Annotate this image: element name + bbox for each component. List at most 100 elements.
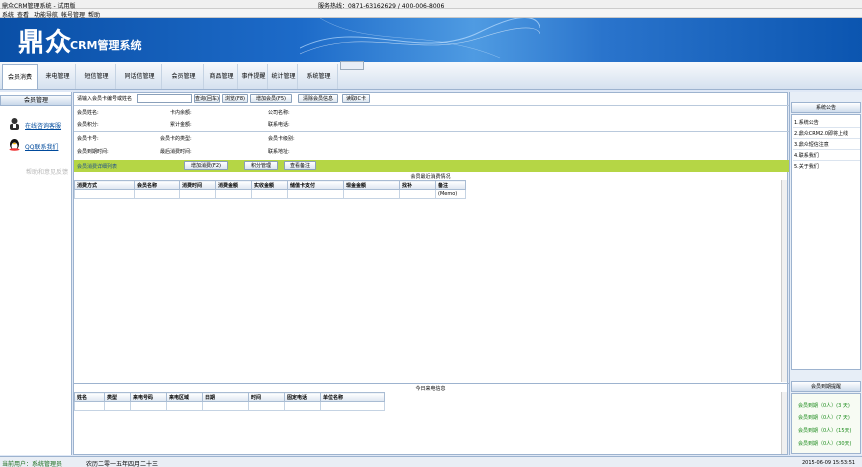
col-header[interactable]: 找补 [399, 180, 436, 190]
member-mgmt-label: 会员管理 [23, 97, 48, 104]
col-header[interactable]: 消费金额 [215, 180, 252, 190]
table-cell[interactable] [320, 401, 385, 411]
col-header[interactable]: 实收金额 [251, 180, 288, 190]
col-header[interactable]: 时间 [248, 392, 285, 402]
clear-member-button[interactable]: 清除会员信息 [298, 94, 338, 103]
company-name-label: 公司名称: [268, 110, 290, 116]
address-label: 联系地址: [268, 149, 290, 155]
read-ic-card-button[interactable]: 读取IC卡 [342, 94, 370, 103]
online-service-link[interactable]: 在线咨询客服 [25, 121, 61, 130]
col-header[interactable]: 类型 [104, 392, 131, 402]
tab-same-msg-mgmt[interactable]: 同话信管理 [118, 64, 162, 89]
notice-list: 1.系统公告 2.鼎众CRM2.0即将上线 3.鼎众短信注意 4.联系我们 5.… [791, 114, 861, 370]
col-header[interactable]: 姓名 [74, 392, 105, 402]
col-header[interactable]: 固定电话 [284, 392, 321, 402]
table-cell[interactable] [74, 401, 105, 411]
add-member-button[interactable]: 增加会员(F5) [250, 94, 292, 103]
notice-item[interactable]: 5.关于我们 [794, 163, 819, 170]
table-cell[interactable] [202, 401, 249, 411]
expiry-item[interactable]: 会员到期（0人）(7 天) [798, 414, 850, 421]
col-header[interactable]: 消费方式 [74, 180, 135, 190]
table-cell[interactable] [399, 189, 436, 199]
card-level-label: 会员卡级别: [268, 136, 295, 142]
table-row[interactable] [74, 401, 385, 411]
view-note-button[interactable]: 查看备注 [284, 161, 316, 170]
calls-grid-title: 今日来电信息 [415, 386, 446, 392]
expiry-list: 会员到期（0人）(3 天) 会员到期（0人）(7 天) 会员到期（0人）(15天… [791, 393, 861, 454]
query-button[interactable]: 查询(回车) [194, 94, 220, 103]
notice-item[interactable]: 1.系统公告 [794, 119, 819, 126]
expiry-header: 会员到期提醒 [791, 381, 861, 392]
title-bar: 鼎众CRM管理系统 - 试用版 服务热线：0871-63162629 / 400… [0, 0, 862, 10]
member-search-input[interactable] [137, 94, 192, 103]
consume-scrollbar[interactable] [781, 180, 787, 382]
tab-system-mgmt[interactable]: 系统管理 [300, 64, 338, 89]
tab-call-mgmt[interactable]: 来电管理 [40, 64, 76, 89]
table-cell[interactable] [179, 189, 216, 199]
phone-label: 联系电话: [268, 122, 290, 128]
logo-english: CRM管理系统 [70, 39, 142, 52]
calls-scrollbar[interactable] [781, 392, 787, 454]
version-badge [340, 61, 364, 70]
consume-header-row: 消费方式 会员名称 消费时间 消费金额 实收金额 储值卡支付 现金金额 找补 备… [74, 180, 466, 190]
service-person-icon [10, 118, 19, 130]
expiry-item[interactable]: 会员到期（0人）(30天) [798, 440, 851, 447]
current-datetime: 2015-06-09 15:53:51 [802, 460, 856, 466]
expiry-item[interactable]: 会员到期（0人）(3 天) [798, 402, 850, 409]
table-cell[interactable] [287, 189, 344, 199]
table-cell[interactable] [284, 401, 321, 411]
divider [793, 160, 860, 161]
qq-contact-link[interactable]: QQ联系我们 [25, 142, 58, 151]
notice-item[interactable]: 3.鼎众短信注意 [794, 141, 829, 148]
notice-item[interactable]: 2.鼎众CRM2.0即将上线 [794, 130, 848, 137]
col-header[interactable]: 备注 [435, 180, 466, 190]
table-cell[interactable] [166, 401, 203, 411]
divider [74, 131, 789, 132]
table-cell[interactable] [248, 401, 285, 411]
divider [74, 105, 789, 106]
right-panel: 系统公告 1.系统公告 2.鼎众CRM2.0即将上线 3.鼎众短信注意 4.联系… [789, 92, 862, 455]
search-label: 请输入会员卡编号或姓名 [77, 96, 133, 102]
col-header[interactable]: 会员名称 [134, 180, 180, 190]
last-consume-label: 最后消费时间: [160, 149, 192, 155]
main-tab-strip: 会员消费 来电管理 短信管理 同话信管理 会员管理 商品管理 事件提醒 统计管理… [0, 62, 862, 90]
table-cell[interactable] [251, 189, 288, 199]
status-bar: 当前用户：系统管理员 农历二零一五年四月二十三 2015-06-09 15:53… [0, 456, 862, 467]
tab-member-mgmt[interactable]: 会员管理 [164, 64, 204, 89]
points-mgmt-button[interactable]: 积分管理 [244, 161, 278, 170]
table-cell[interactable] [74, 189, 135, 199]
col-header[interactable]: 来电号码 [130, 392, 167, 402]
table-cell[interactable] [343, 189, 400, 199]
table-cell[interactable] [104, 401, 131, 411]
tab-member-consume[interactable]: 会员消费 [2, 64, 38, 89]
table-row[interactable]: (Memo) [74, 189, 466, 199]
divider [793, 149, 860, 150]
table-cell[interactable] [130, 401, 167, 411]
banner-wave-decoration [300, 18, 540, 59]
tab-stats-mgmt[interactable]: 统计管理 [270, 64, 298, 89]
expire-time-label: 会员到期时间: [77, 149, 109, 155]
browse-button[interactable]: 浏览(F8) [222, 94, 248, 103]
notice-item[interactable]: 4.联系我们 [794, 152, 819, 159]
tab-event-reminder[interactable]: 事件提醒 [240, 64, 268, 89]
add-consume-button[interactable]: 增加消费(F2) [184, 161, 228, 170]
left-panel: 会员管理 在线咨询客服 QQ联系我们 帮助和意见反馈 [0, 92, 72, 455]
divider [793, 138, 860, 139]
col-header[interactable]: 日期 [202, 392, 249, 402]
left-panel-header[interactable]: 会员管理 [0, 95, 72, 106]
tab-goods-mgmt[interactable]: 商品管理 [206, 64, 238, 89]
col-header[interactable]: 储值卡支付 [287, 180, 344, 190]
expiry-item[interactable]: 会员到期（0人）(15天) [798, 427, 851, 434]
col-header[interactable]: 消费时间 [179, 180, 216, 190]
tab-sms-mgmt[interactable]: 短信管理 [78, 64, 116, 89]
table-cell[interactable]: (Memo) [435, 189, 466, 199]
consume-list-title: 会员消费详细列表 [77, 164, 118, 170]
table-cell[interactable] [215, 189, 252, 199]
divider [74, 383, 789, 384]
col-header[interactable]: 现金金额 [343, 180, 400, 190]
banner: 鼎众 CRM管理系统 [0, 18, 862, 62]
col-header[interactable]: 来电区域 [166, 392, 203, 402]
table-cell[interactable] [134, 189, 180, 199]
col-header[interactable]: 单位名称 [320, 392, 385, 402]
help-feedback-link[interactable]: 帮助和意见反馈 [26, 167, 68, 176]
